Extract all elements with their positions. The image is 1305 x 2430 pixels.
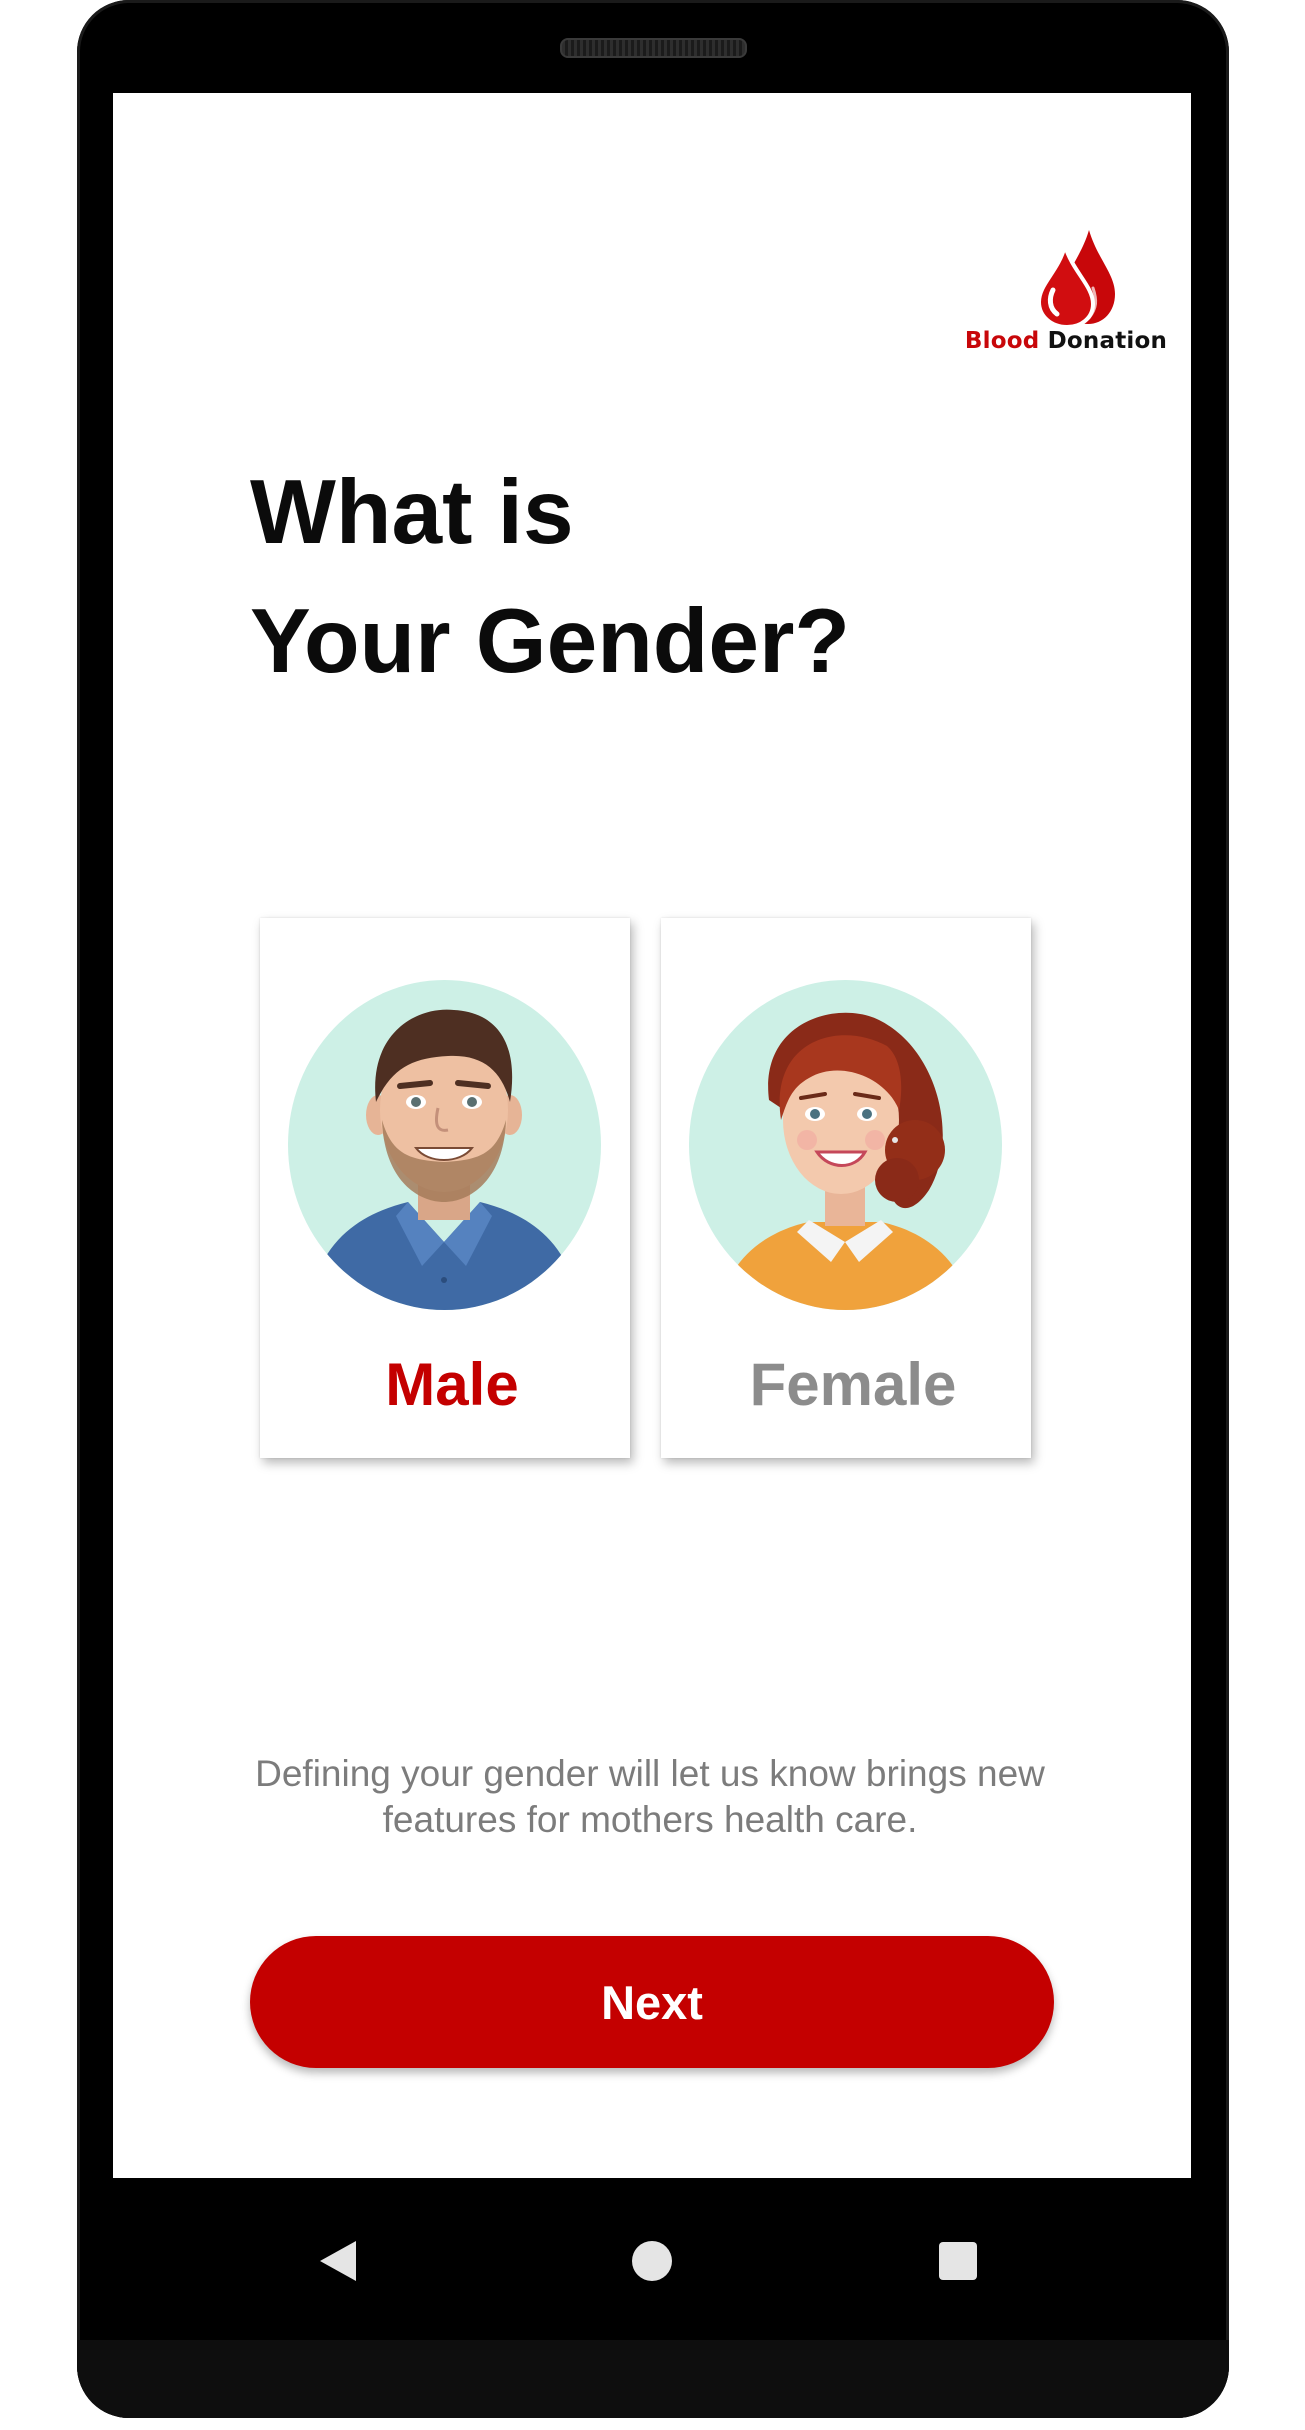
title-line-1: What is: [250, 462, 574, 563]
recents-square-icon[interactable]: [923, 2226, 993, 2296]
earpiece-speaker: [560, 38, 747, 58]
app-screen: Blood Donation What is Your Gender? Male…: [113, 93, 1191, 2178]
phone-bottom-edge: [77, 2340, 1229, 2418]
logo-text: Blood Donation: [951, 328, 1181, 354]
title-line-2: Your Gender?: [250, 591, 850, 692]
female-avatar-icon: [689, 980, 1002, 1310]
next-button[interactable]: Next: [250, 1936, 1054, 2068]
male-avatar-icon: [288, 980, 601, 1310]
logo-word-blood: Blood: [964, 328, 1040, 354]
gender-option-male[interactable]: Male: [260, 918, 630, 1458]
home-circle-icon[interactable]: [617, 2226, 687, 2296]
male-label: Male: [385, 1351, 519, 1418]
back-triangle-icon[interactable]: [303, 2226, 373, 2296]
blood-donation-logo: Blood Donation: [951, 228, 1181, 358]
blood-drops-icon: [1036, 230, 1115, 328]
logo-word-donation: Donation: [1047, 328, 1168, 354]
description-text: Defining your gender will let us know br…: [255, 1753, 1045, 1840]
gender-option-female[interactable]: Female: [661, 918, 1031, 1458]
female-label: Female: [749, 1351, 957, 1418]
android-nav-bar: [113, 2178, 1191, 2348]
page-title: What is Your Gender?: [250, 448, 1050, 706]
